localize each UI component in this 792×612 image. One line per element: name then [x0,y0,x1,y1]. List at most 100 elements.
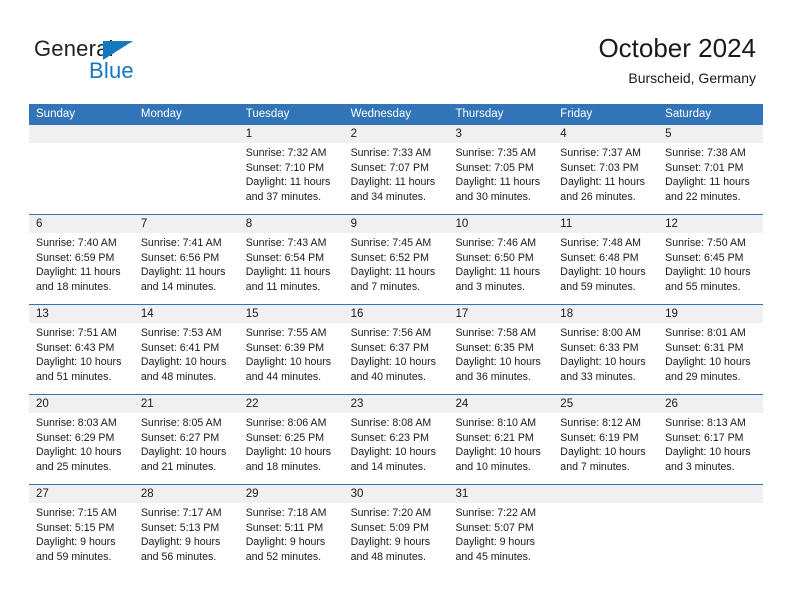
day-cell[interactable]: Sunrise: 7:32 AM Sunset: 7:10 PM Daylight:… [239,143,344,214]
day-cell[interactable]: Sunrise: 8:00 AM Sunset: 6:33 PM Daylight:… [553,323,658,394]
day-number[interactable]: 15 [239,305,344,323]
day-number-empty [658,485,763,503]
calendar-week-row: 13 14 15 16 17 18 19 Sunrise: 7:51 AM Sunset: 6:… [29,304,763,394]
day-cell[interactable]: Sunrise: 8:05 AM Sunset: 6:27 PM Daylight:… [134,413,239,484]
day-sunrise-text: Sunrise: 7:58 AM [455,327,537,339]
day-daylight-1-text: Daylight: 11 hours [455,266,541,279]
day-sunset-text: Sunset: 6:39 PM [245,341,325,354]
day-number[interactable]: 24 [448,395,553,413]
day-daylight-1-text: Daylight: 10 hours [665,356,751,369]
day-number-band: 12345 [29,125,763,143]
day-cell[interactable]: Sunrise: 8:08 AM Sunset: 6:23 PM Daylight:… [344,413,449,484]
day-cell-empty [29,143,134,214]
day-cell[interactable]: Sunrise: 7:38 AM Sunset: 7:01 PM Daylight:… [658,143,763,214]
day-number[interactable]: 27 [29,485,134,503]
day-number[interactable]: 5 [658,125,763,143]
day-cell[interactable]: Sunrise: 7:56 AM Sunset: 6:37 PM Daylight:… [344,323,449,394]
day-cell[interactable]: Sunrise: 7:35 AM Sunset: 7:05 PM Daylight:… [448,143,553,214]
brand-logo[interactable]: General Blue [34,36,274,88]
day-number[interactable]: 12 [658,215,763,233]
day-cell[interactable]: Sunrise: 8:01 AM Sunset: 6:31 PM Daylight:… [658,323,763,394]
day-cell[interactable]: Sunrise: 7:37 AM Sunset: 7:03 PM Daylight:… [553,143,658,214]
day-number[interactable]: 14 [134,305,239,323]
day-cell[interactable]: Sunrise: 7:53 AM Sunset: 6:41 PM Daylight:… [134,323,239,394]
day-sunset-text: Sunset: 5:13 PM [140,521,220,534]
day-cell[interactable]: Sunrise: 7:18 AM Sunset: 5:11 PM Daylight:… [239,503,344,574]
day-cell[interactable]: Sunrise: 7:40 AM Sunset: 6:59 PM Daylight:… [29,233,134,304]
day-sunset-text: Sunset: 6:50 PM [455,251,534,264]
day-number[interactable]: 26 [658,395,763,413]
day-sunrise-text: Sunrise: 7:33 AM [350,147,432,159]
day-daylight-2-text: and 52 minutes. [245,550,322,563]
day-sunrise-text: Sunrise: 7:53 AM [140,327,222,339]
day-sunset-text: Sunset: 6:48 PM [560,251,639,264]
day-cell[interactable]: Sunrise: 7:43 AM Sunset: 6:54 PM Daylight:… [239,233,344,304]
day-number[interactable]: 31 [448,485,553,503]
day-daylight-1-text: Daylight: 10 hours [350,446,436,459]
day-daylight-1-text: Daylight: 11 hours [665,176,750,189]
day-cell[interactable]: Sunrise: 7:58 AM Sunset: 6:35 PM Daylight:… [448,323,553,394]
day-cell[interactable]: Sunrise: 7:41 AM Sunset: 6:56 PM Daylight:… [134,233,239,304]
day-number[interactable]: 28 [134,485,239,503]
day-number[interactable]: 16 [344,305,449,323]
day-cell[interactable]: Sunrise: 7:48 AM Sunset: 6:48 PM Daylight:… [553,233,658,304]
day-number[interactable]: 13 [29,305,134,323]
day-sunset-text: Sunset: 6:25 PM [245,431,325,444]
day-number[interactable]: 18 [553,305,658,323]
day-cell[interactable]: Sunrise: 7:46 AM Sunset: 6:50 PM Daylight:… [448,233,553,304]
day-number[interactable]: 6 [29,215,134,233]
day-number[interactable]: 2 [344,125,449,143]
day-daylight-1-text: Daylight: 10 hours [245,356,332,369]
day-daylight-2-text: and 29 minutes. [665,370,741,383]
day-cell[interactable]: Sunrise: 7:22 AM Sunset: 5:07 PM Daylight:… [448,503,553,574]
day-daylight-2-text: and 22 minutes. [665,190,741,203]
day-sunrise-text: Sunrise: 7:55 AM [245,327,327,339]
day-number[interactable]: 8 [239,215,344,233]
day-daylight-2-text: and 18 minutes. [36,280,112,293]
day-number[interactable]: 11 [553,215,658,233]
day-daylight-1-text: Daylight: 10 hours [455,446,541,459]
day-number[interactable]: 7 [134,215,239,233]
day-cell[interactable]: Sunrise: 7:15 AM Sunset: 5:15 PM Daylight:… [29,503,134,574]
day-number[interactable]: 3 [448,125,553,143]
day-cell[interactable]: Sunrise: 8:06 AM Sunset: 6:25 PM Daylight:… [239,413,344,484]
day-sunrise-text: Sunrise: 8:08 AM [350,417,432,429]
day-cell[interactable]: Sunrise: 7:50 AM Sunset: 6:45 PM Daylight:… [658,233,763,304]
day-number[interactable]: 22 [239,395,344,413]
day-number[interactable]: 30 [344,485,449,503]
day-number[interactable]: 9 [344,215,449,233]
day-number[interactable]: 17 [448,305,553,323]
day-cell[interactable]: Sunrise: 7:20 AM Sunset: 5:09 PM Daylight:… [344,503,449,574]
day-sunset-text: Sunset: 7:05 PM [455,161,534,174]
day-cell[interactable]: Sunrise: 8:03 AM Sunset: 6:29 PM Daylight:… [29,413,134,484]
day-cell[interactable]: Sunrise: 8:10 AM Sunset: 6:21 PM Daylight:… [448,413,553,484]
day-cell[interactable]: Sunrise: 8:13 AM Sunset: 6:17 PM Daylight:… [658,413,763,484]
day-cell[interactable]: Sunrise: 7:17 AM Sunset: 5:13 PM Daylight:… [134,503,239,574]
day-sunset-text: Sunset: 6:33 PM [560,341,639,354]
day-cell[interactable]: Sunrise: 7:45 AM Sunset: 6:52 PM Daylight:… [344,233,449,304]
day-cell[interactable]: Sunrise: 7:55 AM Sunset: 6:39 PM Daylight:… [239,323,344,394]
day-number[interactable]: 10 [448,215,553,233]
day-cell[interactable]: Sunrise: 8:12 AM Sunset: 6:19 PM Daylight:… [553,413,658,484]
day-number[interactable]: 21 [134,395,239,413]
day-number[interactable]: 19 [658,305,763,323]
day-number[interactable]: 29 [239,485,344,503]
weekday-header-row: Sunday Monday Tuesday Wednesday Thursday Frid… [29,104,763,125]
day-number[interactable]: 20 [29,395,134,413]
day-number[interactable]: 25 [553,395,658,413]
day-daylight-2-text: and 7 minutes. [560,460,630,473]
day-daylight-1-text: Daylight: 10 hours [350,356,436,369]
day-cell[interactable]: Sunrise: 7:33 AM Sunset: 7:07 PM Daylight:… [344,143,449,214]
day-number-band: 20 21 22 23 24 25 26 [29,395,763,413]
day-sunrise-text: Sunrise: 7:40 AM [36,237,117,249]
day-sunrise-text: Sunrise: 7:20 AM [350,507,432,519]
day-daylight-1-text: Daylight: 9 hours [455,536,535,549]
day-daylight-2-text: and 10 minutes. [455,460,531,473]
day-number[interactable]: 1 [239,125,344,143]
day-number[interactable]: 4 [553,125,658,143]
day-number[interactable]: 23 [344,395,449,413]
day-cell[interactable]: Sunrise: 7:51 AM Sunset: 6:43 PM Daylight:… [29,323,134,394]
day-sunset-text: Sunset: 7:03 PM [560,161,639,174]
day-daylight-2-text: and 48 minutes. [140,370,217,383]
day-sunrise-text: Sunrise: 7:51 AM [36,327,117,339]
